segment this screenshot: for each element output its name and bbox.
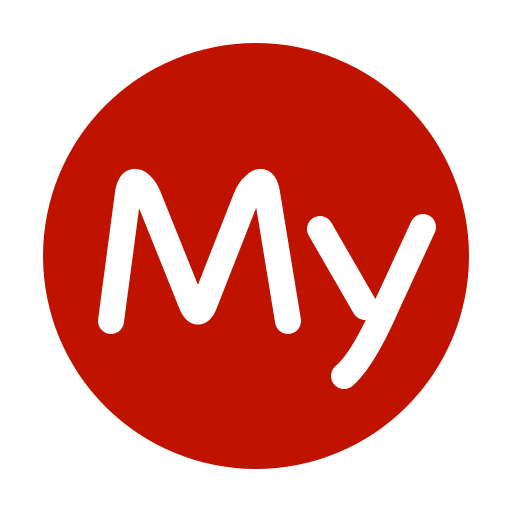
my-logo bbox=[43, 43, 469, 469]
app-icon-canvas bbox=[0, 0, 512, 512]
